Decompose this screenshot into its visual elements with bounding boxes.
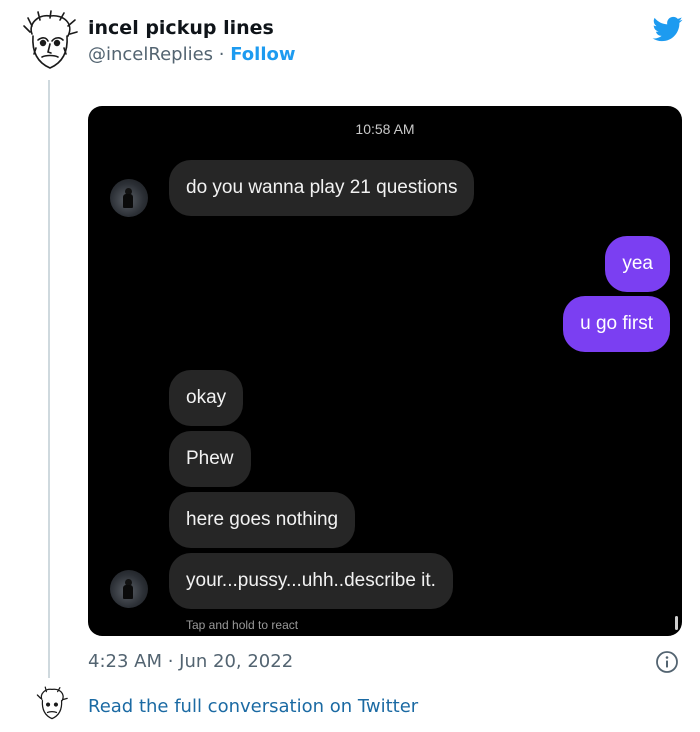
message-bubble: here goes nothing bbox=[169, 492, 356, 548]
message-bubble-own: u go first bbox=[563, 296, 670, 352]
reader-avatar bbox=[36, 686, 68, 720]
tweet-timestamp[interactable]: 4:23 AM · Jun 20, 2022 bbox=[88, 651, 293, 672]
follow-button[interactable]: Follow bbox=[230, 44, 295, 65]
message-bubble: okay bbox=[169, 370, 244, 426]
chat-screenshot[interactable]: 10:58 AM do you wanna play 21 questions … bbox=[88, 106, 682, 636]
sender-avatar-bottom bbox=[110, 570, 148, 608]
message-bubble: your...pussy...uhh..describe it. bbox=[169, 553, 453, 609]
scroll-indicator bbox=[675, 616, 678, 630]
author-avatar[interactable] bbox=[18, 10, 82, 74]
author-meta: @incelReplies · Follow bbox=[88, 44, 296, 65]
info-icon[interactable] bbox=[655, 650, 679, 674]
author-name[interactable]: incel pickup lines bbox=[88, 17, 274, 39]
read-conversation-link[interactable]: Read the full conversation on Twitter bbox=[88, 696, 418, 717]
twitter-bird-icon[interactable] bbox=[651, 14, 685, 44]
message-bubble: Phew bbox=[169, 431, 251, 487]
message-bubble: do you wanna play 21 questions bbox=[169, 160, 475, 216]
chat-time: 10:58 AM bbox=[355, 121, 415, 137]
author-handle[interactable]: @incelReplies bbox=[88, 44, 213, 65]
message-bubble-own: yea bbox=[605, 236, 670, 292]
meta-separator: · bbox=[213, 44, 231, 65]
thread-line bbox=[48, 80, 50, 678]
sender-avatar-top bbox=[110, 179, 148, 217]
tap-hint: Tap and hold to react bbox=[186, 618, 299, 632]
